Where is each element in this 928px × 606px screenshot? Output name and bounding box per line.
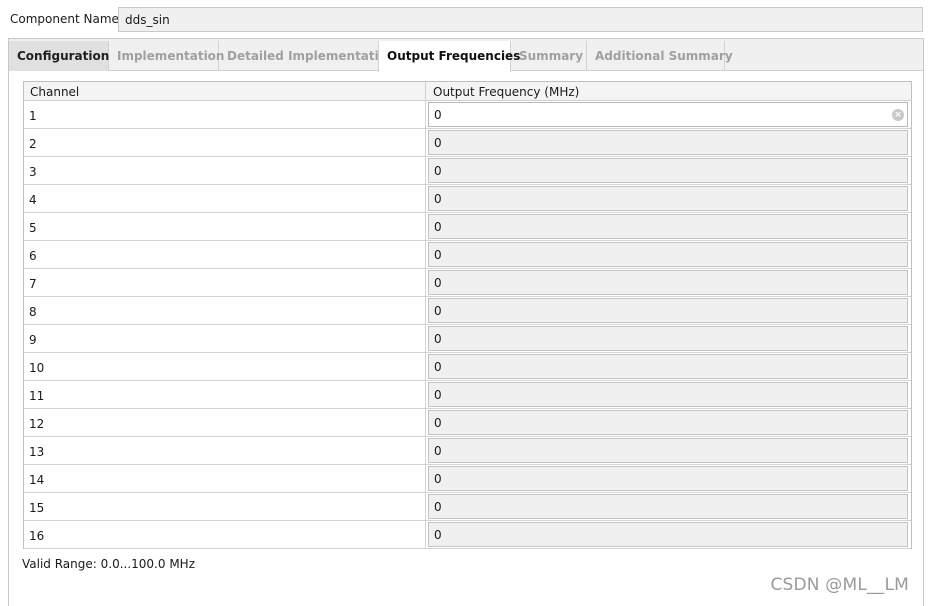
table-row: 40 <box>24 185 911 213</box>
channel-cell: 4 <box>24 185 426 212</box>
channel-cell: 14 <box>24 465 426 492</box>
column-divider <box>425 82 426 101</box>
table-row: 15 0 <box>24 493 911 521</box>
frequency-value: 0 <box>434 528 442 542</box>
channel-cell: 9 <box>24 325 426 352</box>
channel-cell: 8 <box>24 297 426 324</box>
frequency-value: 0 <box>434 108 442 122</box>
frequency-value: 0 <box>434 388 442 402</box>
table-row: 12 0 <box>24 409 911 437</box>
frequency-input[interactable]: 0 <box>428 410 908 435</box>
column-header-channel: Channel <box>30 85 80 99</box>
channel-cell: 11 <box>24 381 426 408</box>
frequency-value: 0 <box>434 136 442 150</box>
table-row: 70 <box>24 269 911 297</box>
frequency-value: 0 <box>434 276 442 290</box>
frequency-value: 0 <box>434 248 442 262</box>
frequency-input[interactable]: 0 <box>428 158 908 183</box>
frequency-input[interactable]: 0 <box>428 298 908 323</box>
frequency-input[interactable]: 0 <box>428 354 908 379</box>
frequency-input[interactable]: 0 <box>428 186 908 211</box>
channel-cell: 6 <box>24 241 426 268</box>
table-header: Channel Output Frequency (MHz) <box>24 82 911 101</box>
table-body: 1 0 × 2 0 3 0 4 0 5 0 6 0 7 0 8 0 9 0 10 0 11 0 12 0 13 0 14 0 15 0 16 0 <box>24 101 911 549</box>
channel-cell: 3 <box>24 157 426 184</box>
channel-cell: 13 <box>24 437 426 464</box>
watermark: CSDN @ML__LM <box>770 575 909 595</box>
frequency-input[interactable]: 0 <box>428 326 908 351</box>
table-row: 13 0 <box>24 437 911 465</box>
frequency-input[interactable]: 0 <box>428 214 908 239</box>
component-name-input[interactable]: dds_sin <box>118 7 923 32</box>
frequency-input[interactable]: 0 <box>428 522 908 547</box>
tab-bar: Configuration Implementation Detailed Im… <box>9 39 923 72</box>
valid-range-note: Valid Range: 0.0...100.0 MHz <box>22 557 195 571</box>
frequency-input[interactable]: 0 <box>428 466 908 491</box>
output-frequency-table: Channel Output Frequency (MHz) 1 0 × 2 0 3 0 4 0… <box>23 81 912 549</box>
channel-cell: 15 <box>24 493 426 520</box>
channel-cell: 7 <box>24 269 426 296</box>
table-row: 80 <box>24 297 911 325</box>
tab-summary[interactable]: Summary <box>511 41 587 71</box>
table-row: 20 <box>24 129 911 157</box>
frequency-input[interactable]: 0 × <box>428 102 908 127</box>
frequency-input[interactable]: 0 <box>428 242 908 267</box>
frequency-value: 0 <box>434 444 442 458</box>
config-panel: Configuration Implementation Detailed Im… <box>8 38 924 606</box>
channel-cell: 12 <box>24 409 426 436</box>
frequency-value: 0 <box>434 304 442 318</box>
frequency-value: 0 <box>434 164 442 178</box>
table-row: 90 <box>24 325 911 353</box>
channel-cell: 16 <box>24 521 426 548</box>
channel-cell: 5 <box>24 213 426 240</box>
frequency-value: 0 <box>434 472 442 486</box>
tab-output-frequencies[interactable]: Output Frequencies <box>378 41 520 72</box>
frequency-value: 0 <box>434 360 442 374</box>
clear-icon[interactable]: × <box>892 109 904 121</box>
channel-cell: 10 <box>24 353 426 380</box>
frequency-value: 0 <box>434 192 442 206</box>
tab-detailed-implementation[interactable]: Detailed Implementation <box>219 41 396 71</box>
frequency-value: 0 <box>434 500 442 514</box>
table-row: 10 0 <box>24 353 911 381</box>
table-row: 50 <box>24 213 911 241</box>
frequency-input[interactable]: 0 <box>428 130 908 155</box>
component-name-row: Component Name dds_sin <box>0 0 928 38</box>
channel-cell: 1 <box>24 101 426 128</box>
frequency-value: 0 <box>434 332 442 346</box>
frequency-input[interactable]: 0 <box>428 494 908 519</box>
frequency-value: 0 <box>434 220 442 234</box>
table-row: 14 0 <box>24 465 911 493</box>
frequency-input[interactable]: 0 <box>428 270 908 295</box>
channel-cell: 2 <box>24 129 426 156</box>
tab-additional-summary[interactable]: Additional Summary <box>587 41 733 71</box>
frequency-value: 0 <box>434 416 442 430</box>
tab-implementation[interactable]: Implementation <box>109 41 224 71</box>
table-row: 60 <box>24 241 911 269</box>
frequency-input[interactable]: 0 <box>428 438 908 463</box>
component-name-label: Component Name <box>10 12 119 26</box>
table-row: 16 0 <box>24 521 911 549</box>
column-header-output-frequency: Output Frequency (MHz) <box>433 85 580 99</box>
table-row: 11 0 <box>24 381 911 409</box>
table-row: 1 0 × <box>24 101 911 129</box>
frequency-input[interactable]: 0 <box>428 382 908 407</box>
table-row: 30 <box>24 157 911 185</box>
tab-configuration[interactable]: Configuration <box>9 41 109 71</box>
